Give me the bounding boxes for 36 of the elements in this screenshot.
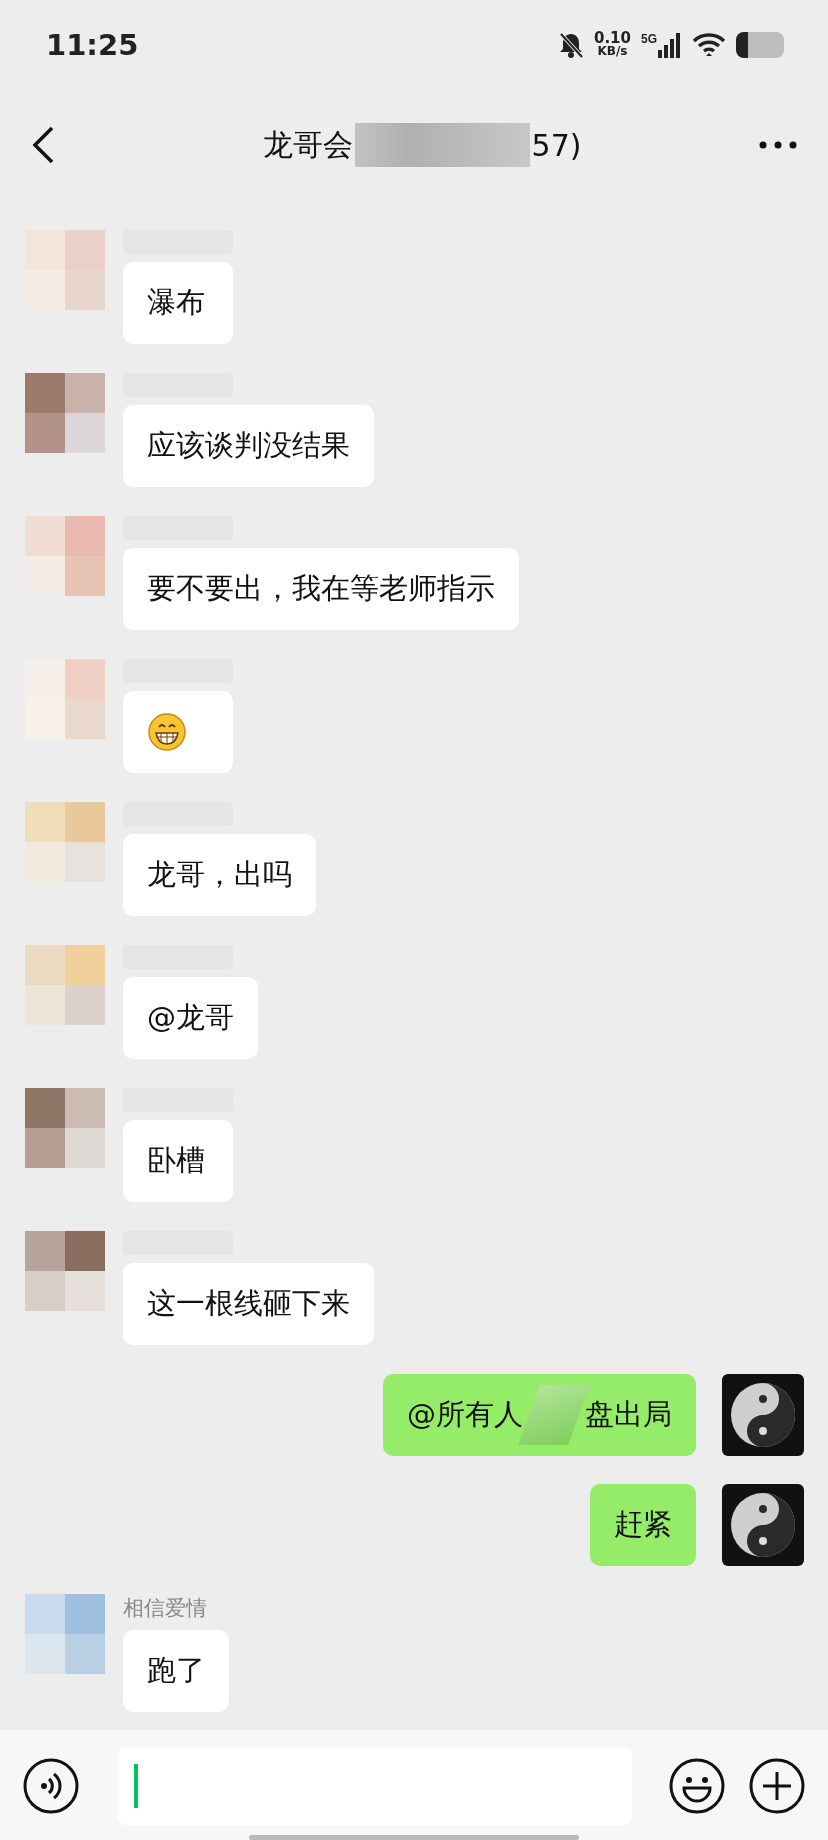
message-bubble[interactable]: 瀑布 — [123, 262, 233, 344]
grin-emoji-icon — [147, 712, 187, 752]
sender-name: 相信爱情 — [123, 1595, 208, 1622]
message-bubble[interactable]: 卧槽 — [123, 1120, 233, 1202]
message-bubble[interactable] — [123, 691, 233, 773]
speed-unit: KB/s — [597, 45, 628, 58]
smiley-icon[interactable] — [668, 1757, 726, 1815]
blurred-avatar[interactable] — [25, 1231, 105, 1311]
yin-yang-avatar[interactable] — [722, 1374, 804, 1456]
blurred-avatar[interactable] — [25, 1594, 105, 1674]
message-bubble[interactable]: 要不要出，我在等老师指示 — [123, 548, 519, 630]
back-icon[interactable] — [30, 125, 56, 165]
message-bubble[interactable]: 应该谈判没结果 — [123, 405, 374, 487]
blurred-avatar[interactable] — [25, 1088, 105, 1168]
battery-icon — [736, 32, 784, 58]
chat-title: 龙哥会 — [262, 125, 353, 164]
message-input-field[interactable] — [118, 1747, 632, 1825]
yin-yang-avatar[interactable] — [722, 1484, 804, 1566]
network-type: 5G — [641, 32, 657, 46]
more-icon[interactable] — [758, 140, 798, 150]
muted-bell-icon — [557, 31, 584, 59]
wifi-icon — [692, 32, 726, 58]
message-bubble[interactable]: 赶紧 — [590, 1484, 696, 1566]
message-bubble[interactable]: @所有人 盘出局 — [383, 1374, 696, 1456]
message-bubble[interactable]: 这一根线砸下来 — [123, 1263, 374, 1345]
plus-icon[interactable] — [748, 1757, 806, 1815]
clock-time: 11:25 — [46, 28, 140, 62]
voice-icon[interactable] — [22, 1757, 80, 1815]
message-bubble[interactable]: @龙哥 — [123, 977, 258, 1059]
message-bubble[interactable]: 龙哥，出吗 — [123, 834, 316, 916]
blurred-avatar[interactable] — [25, 516, 105, 596]
signal-icon — [658, 32, 682, 58]
blurred-avatar[interactable] — [25, 373, 105, 453]
member-count: 57) — [531, 127, 582, 163]
message-bubble[interactable]: 跑了 — [123, 1630, 229, 1712]
network-speed: 0.10 — [593, 32, 631, 45]
